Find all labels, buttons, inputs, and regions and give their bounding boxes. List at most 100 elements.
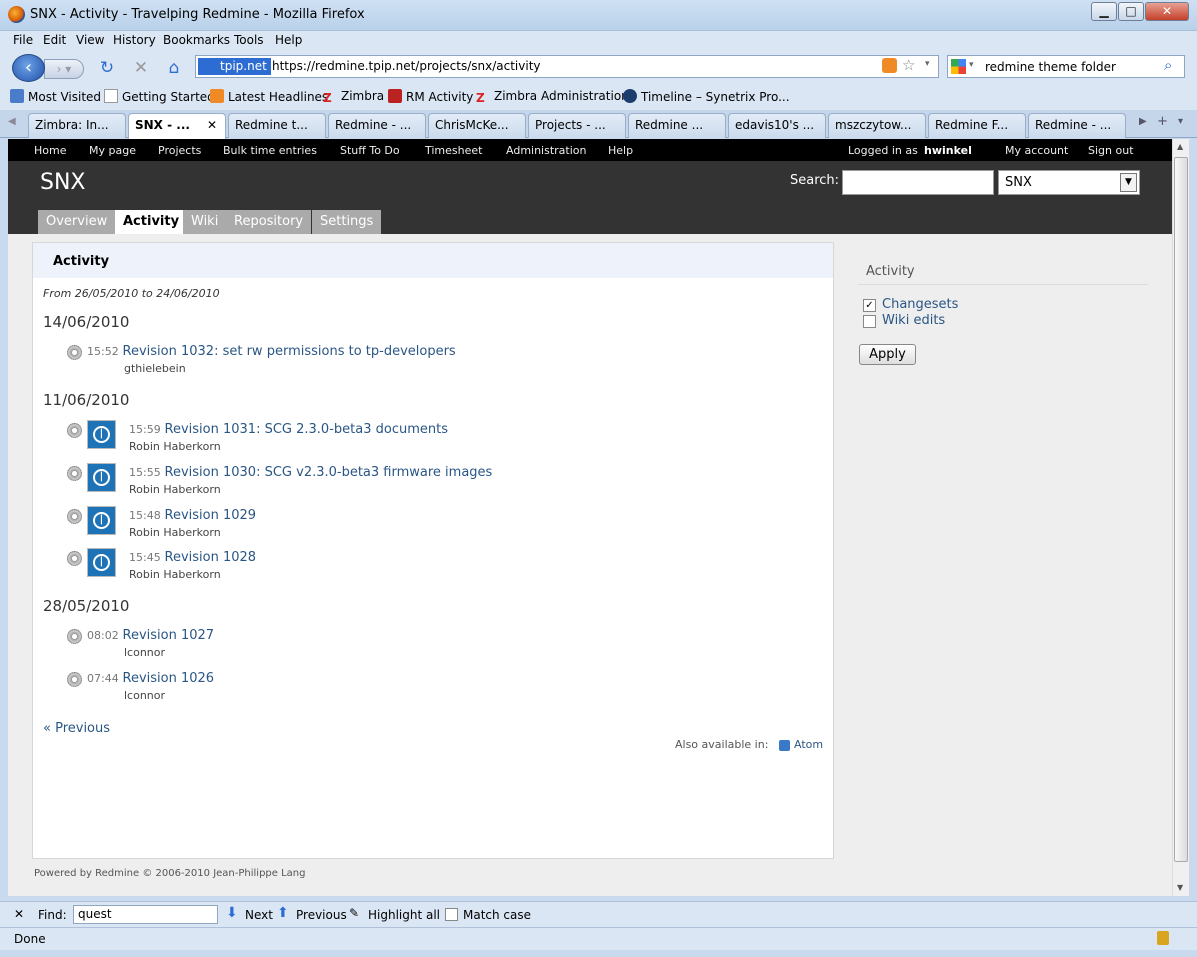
- tab-overview[interactable]: Overview: [38, 210, 116, 234]
- url-dropdown-icon[interactable]: ▾: [925, 59, 930, 69]
- tab-edavis10[interactable]: edavis10's ...: [728, 113, 826, 138]
- menu-tools[interactable]: Tools: [234, 33, 264, 47]
- top-menu-timesheet[interactable]: Timesheet: [425, 144, 482, 157]
- search-bar-text[interactable]: redmine theme folder: [985, 60, 1116, 74]
- find-previous-icon[interactable]: ⬆: [277, 905, 289, 921]
- event-link[interactable]: Revision 1028: [165, 550, 257, 565]
- url-bar[interactable]: tpip.net https://redmine.tpip.net/projec…: [195, 55, 939, 78]
- event-author[interactable]: Robin Haberkorn: [129, 440, 221, 453]
- url-text[interactable]: https://redmine.tpip.net/projects/snx/ac…: [272, 59, 541, 73]
- event-author[interactable]: lconnor: [124, 646, 165, 659]
- tab-snx[interactable]: SNX - ... ✕: [128, 113, 226, 139]
- find-next-button[interactable]: Next: [245, 908, 273, 922]
- bookmark-star-icon[interactable]: ☆: [902, 56, 915, 74]
- event-link[interactable]: Revision 1030: SCG v2.3.0-beta3 firmware…: [165, 465, 493, 480]
- reload-icon[interactable]: ↻: [96, 58, 118, 78]
- scroll-tabs-left-icon[interactable]: ◀: [8, 116, 16, 127]
- scroll-tabs-right-icon[interactable]: ▶: [1139, 116, 1147, 127]
- tab-redmine-f[interactable]: Redmine F...: [928, 113, 1026, 138]
- tab-redmine-3[interactable]: Redmine - ...: [1028, 113, 1126, 138]
- back-button[interactable]: ‹: [12, 54, 45, 82]
- event-author[interactable]: Robin Haberkorn: [129, 526, 221, 539]
- top-menu-administration[interactable]: Administration: [506, 144, 587, 157]
- bookmark-getting-started[interactable]: Getting Started: [104, 89, 215, 104]
- menu-edit[interactable]: Edit: [43, 33, 66, 47]
- bookmark-zimbra[interactable]: Z Zimbra: [323, 89, 384, 105]
- stop-icon[interactable]: ✕: [130, 58, 152, 78]
- tab-wiki[interactable]: Wiki: [183, 210, 227, 234]
- wiki-edits-checkbox[interactable]: [863, 315, 876, 328]
- event-author[interactable]: Robin Haberkorn: [129, 483, 221, 496]
- top-menu-stuff-to-do[interactable]: Stuff To Do: [340, 144, 400, 157]
- wiki-edits-label[interactable]: Wiki edits: [882, 313, 945, 328]
- top-menu-projects[interactable]: Projects: [158, 144, 201, 157]
- top-menu-bulk-time-entries[interactable]: Bulk time entries: [223, 144, 317, 157]
- event-author[interactable]: gthielebein: [124, 362, 186, 375]
- close-findbar-icon[interactable]: ✕: [14, 907, 24, 921]
- menu-help[interactable]: Help: [275, 33, 302, 47]
- rss-feed-icon[interactable]: [882, 58, 897, 73]
- project-jump-select[interactable]: SNX ▼: [998, 170, 1140, 195]
- list-all-tabs-icon[interactable]: ▾: [1178, 116, 1183, 127]
- search-bar[interactable]: ▾ redmine theme folder ⌕: [947, 55, 1185, 78]
- home-icon[interactable]: ⌂: [163, 58, 185, 78]
- top-menu-help[interactable]: Help: [608, 144, 633, 157]
- tab-projects[interactable]: Projects - ...: [528, 113, 626, 138]
- google-search-engine-icon[interactable]: [951, 59, 966, 74]
- scrollbar-thumb[interactable]: [1174, 157, 1188, 862]
- apply-button[interactable]: Apply: [859, 344, 916, 365]
- changesets-label[interactable]: Changesets: [882, 297, 958, 312]
- maximize-button[interactable]: □: [1118, 2, 1144, 21]
- find-input[interactable]: quest: [73, 905, 218, 924]
- project-search-input[interactable]: [842, 170, 994, 195]
- highlight-all-button[interactable]: Highlight all: [368, 908, 440, 922]
- atom-feed-icon[interactable]: [779, 740, 790, 751]
- previous-link[interactable]: « Previous: [43, 721, 110, 736]
- menu-bookmarks[interactable]: Bookmarks: [163, 33, 230, 47]
- close-tab-icon[interactable]: ✕: [207, 114, 217, 136]
- top-menu-home[interactable]: Home: [34, 144, 66, 157]
- forward-button[interactable]: › ▾: [44, 59, 84, 79]
- event-author[interactable]: Robin Haberkorn: [129, 568, 221, 581]
- event-link[interactable]: Revision 1031: SCG 2.3.0-beta3 documents: [165, 422, 448, 437]
- atom-link[interactable]: Atom: [794, 738, 823, 751]
- tab-chrismcke[interactable]: ChrisMcKe...: [428, 113, 526, 138]
- select-arrow-icon[interactable]: ▼: [1120, 173, 1137, 192]
- site-identity-badge[interactable]: tpip.net: [198, 58, 271, 75]
- event-link[interactable]: Revision 1026: [123, 671, 215, 686]
- vertical-scrollbar[interactable]: ▲ ▼: [1172, 139, 1189, 896]
- event-author[interactable]: lconnor: [124, 689, 165, 702]
- new-tab-icon[interactable]: +: [1157, 114, 1168, 129]
- minimize-button[interactable]: ▁: [1091, 2, 1117, 21]
- event-link[interactable]: Revision 1027: [123, 628, 215, 643]
- match-case-label[interactable]: Match case: [463, 908, 531, 922]
- bookmark-zimbra-administration[interactable]: Z Zimbra Administration: [476, 89, 629, 105]
- tab-redmine-t[interactable]: Redmine t...: [228, 113, 326, 138]
- logged-in-user[interactable]: hwinkel: [924, 144, 972, 157]
- tab-settings[interactable]: Settings: [312, 210, 382, 234]
- menu-view[interactable]: View: [76, 33, 104, 47]
- top-menu-my-account[interactable]: My account: [1005, 144, 1068, 157]
- bookmark-latest-headlines[interactable]: Latest Headlines: [210, 89, 328, 104]
- search-engine-dropdown-icon[interactable]: ▾: [969, 60, 974, 70]
- find-previous-button[interactable]: Previous: [296, 908, 347, 922]
- search-go-icon[interactable]: ⌕: [1164, 56, 1172, 74]
- changesets-checkbox[interactable]: ✓: [863, 299, 876, 312]
- menu-file[interactable]: File: [13, 33, 33, 47]
- tab-activity[interactable]: Activity: [115, 210, 188, 234]
- tab-repository[interactable]: Repository: [226, 210, 312, 234]
- scroll-up-icon[interactable]: ▲: [1177, 142, 1183, 151]
- lock-icon[interactable]: [1157, 931, 1169, 945]
- bookmark-timeline-synetrix[interactable]: Timeline – Synetrix Pro...: [623, 89, 790, 104]
- bookmark-most-visited[interactable]: Most Visited: [10, 89, 101, 104]
- tab-redmine-1[interactable]: Redmine - ...: [328, 113, 426, 138]
- top-menu-sign-out[interactable]: Sign out: [1088, 144, 1134, 157]
- tab-mszczytow[interactable]: mszczytow...: [828, 113, 926, 138]
- tab-redmine-2[interactable]: Redmine ...: [628, 113, 726, 138]
- bookmark-rm-activity[interactable]: RM Activity: [388, 89, 473, 104]
- menu-history[interactable]: History: [113, 33, 156, 47]
- event-link[interactable]: Revision 1032: set rw permissions to tp-…: [123, 344, 456, 359]
- match-case-checkbox[interactable]: [445, 908, 458, 921]
- find-next-icon[interactable]: ⬇: [226, 905, 238, 921]
- top-menu-my-page[interactable]: My page: [89, 144, 136, 157]
